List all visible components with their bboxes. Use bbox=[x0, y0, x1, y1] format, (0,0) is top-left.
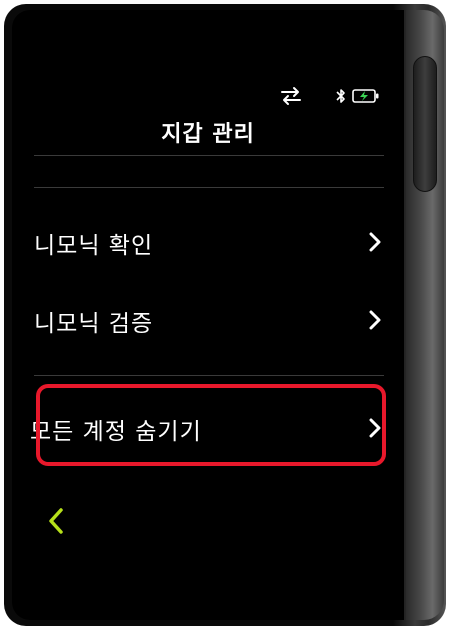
hardware-wallet-device: 지갑 관리 니모닉 확인 니모닉 검증 모든 계정 숨기기 bbox=[4, 4, 446, 626]
back-chevron-left-icon[interactable] bbox=[42, 504, 72, 538]
status-bar bbox=[12, 82, 404, 110]
section-divider-top bbox=[34, 187, 384, 188]
menu-item-hide-all-accounts[interactable]: 모든 계정 숨기기 bbox=[12, 398, 404, 458]
swap-arrows-icon bbox=[281, 87, 301, 105]
section-divider-bottom bbox=[34, 375, 384, 376]
device-screen: 지갑 관리 니모닉 확인 니모닉 검증 모든 계정 숨기기 bbox=[12, 10, 404, 620]
menu-item-verify-mnemonic[interactable]: 니모닉 검증 bbox=[12, 290, 404, 350]
chevron-right-icon bbox=[369, 418, 381, 438]
chevron-right-icon bbox=[369, 310, 381, 330]
chevron-right-icon bbox=[369, 232, 381, 252]
menu-item-label: 모든 계정 숨기기 bbox=[30, 419, 202, 445]
page-title: 지갑 관리 bbox=[161, 122, 255, 147]
menu-item-check-mnemonic[interactable]: 니모닉 확인 bbox=[12, 212, 404, 272]
device-side-button[interactable] bbox=[413, 56, 437, 192]
menu-item-label: 니모닉 확인 bbox=[34, 233, 154, 259]
title-divider bbox=[34, 155, 384, 156]
battery-charging-icon bbox=[352, 89, 379, 103]
menu-item-label: 니모닉 검증 bbox=[34, 311, 154, 337]
bluetooth-icon bbox=[336, 89, 345, 103]
